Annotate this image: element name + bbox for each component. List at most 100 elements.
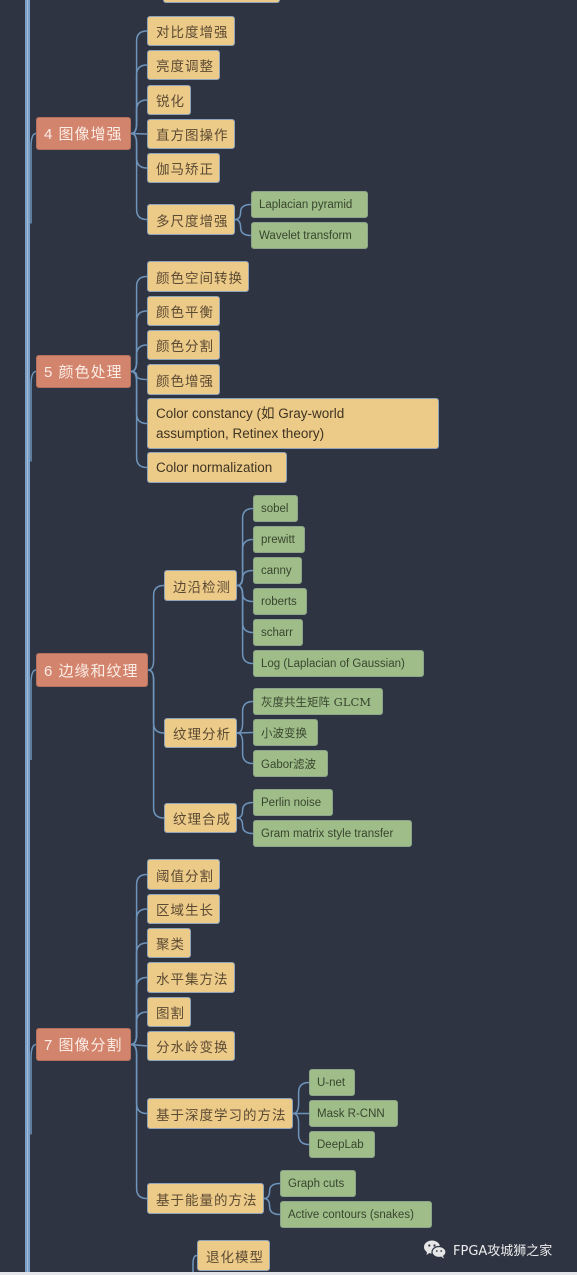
node-perlin-noise[interactable]: Perlin noise [253, 789, 333, 816]
node-color-balance[interactable]: 颜色平衡 [147, 296, 220, 326]
node-label: Wavelet transform [259, 229, 352, 242]
connector-line [236, 538, 254, 587]
node-label: U-net [317, 1076, 346, 1089]
connector-line [147, 669, 165, 819]
connector-line [263, 1197, 281, 1216]
node-color-segmentation[interactable]: 颜色分割 [147, 330, 220, 360]
section-node-image-enhancement[interactable]: 4 图像增强 [36, 117, 131, 150]
node-label: 4 图像增强 [44, 126, 123, 143]
node-deeplab[interactable]: DeepLab [309, 1131, 375, 1158]
node-label: 图割 [156, 1006, 185, 1022]
node-multiscale-enhancement[interactable]: 多尺度增强 [147, 204, 235, 235]
node-gamma-correction[interactable]: 伽马矫正 [147, 153, 220, 183]
section-node-color-processing[interactable]: 5 颜色处理 [36, 355, 131, 388]
node-label: 5 颜色处理 [44, 364, 123, 381]
section-node-image-segmentation[interactable]: 7 图像分割 [36, 1028, 131, 1061]
node-watershed-transform[interactable]: 分水岭变换 [147, 1031, 235, 1061]
node-log-laplacian-of-gaussian[interactable]: Log (Laplacian of Gaussian) [253, 650, 424, 677]
node-color-normalization[interactable]: Color normalization [147, 452, 287, 483]
connector-line [236, 700, 254, 734]
node-sharpening[interactable]: 锐化 [147, 85, 191, 115]
node-texture-analysis[interactable]: 纹理分析 [164, 718, 237, 748]
node-wavelet-transform-texture[interactable]: 小波变换 [253, 719, 318, 746]
connector-line [130, 1011, 148, 1046]
node-label: 基于能量的方法 [156, 1192, 258, 1209]
node-contrast-enhancement[interactable]: 对比度增强 [147, 16, 235, 46]
node-label: 分水岭变换 [156, 1040, 229, 1056]
node-degradation-model[interactable]: 退化模型 [197, 1240, 270, 1271]
connector-line [130, 132, 148, 169]
node-u-net[interactable]: U-net [309, 1069, 355, 1096]
connector-line [130, 30, 148, 135]
node-label: Color constancy (如 Gray-world assumption… [156, 405, 345, 441]
node-label: 基于深度学习的方法 [156, 1107, 287, 1124]
node-label: Mask R-CNN [317, 1107, 385, 1120]
node-label: 伽马矫正 [156, 162, 214, 178]
node-label: 直方图操作 [156, 128, 229, 144]
node-energy-based-methods[interactable]: 基于能量的方法 [147, 1183, 264, 1214]
connector-line [130, 370, 148, 425]
connector-line [130, 99, 148, 135]
connector-line [236, 801, 254, 819]
connector-line [234, 203, 252, 221]
node-label: Perlin noise [261, 796, 322, 809]
node-graph-cuts[interactable]: Graph cuts [280, 1170, 356, 1197]
connector-line [130, 1043, 148, 1200]
node-gram-matrix-style-transfer[interactable]: Gram matrix style transfer [253, 820, 412, 847]
node-label: Laplacian pyramid [259, 198, 353, 211]
partial-node-cut-off[interactable] [163, 0, 280, 3]
connector-line [130, 310, 148, 373]
node-edge-detection[interactable]: 边沿检测 [164, 570, 237, 601]
node-label: Gram matrix style transfer [261, 827, 394, 840]
connector-line [234, 218, 252, 237]
node-label: 锐化 [156, 94, 185, 110]
node-clustering[interactable]: 聚类 [147, 928, 191, 958]
connector-line [130, 942, 148, 1046]
connector-line [147, 669, 165, 734]
node-glcm[interactable]: 灰度共生矩阵 GLCM [253, 688, 383, 715]
connector-line [292, 1081, 310, 1115]
node-color-constancy[interactable]: Color constancy (如 Gray-world assumption… [147, 398, 439, 449]
node-texture-synthesis[interactable]: 纹理合成 [164, 803, 237, 833]
node-sobel[interactable]: sobel [253, 495, 298, 522]
node-gabor-filter[interactable]: Gabor滤波 [253, 750, 328, 777]
node-roberts[interactable]: roberts [253, 588, 307, 615]
node-label: 纹理分析 [173, 727, 231, 743]
node-graph-cut[interactable]: 图割 [147, 997, 191, 1027]
node-label: 区域生长 [156, 903, 214, 919]
node-brightness-adjustment[interactable]: 亮度调整 [147, 50, 220, 80]
node-color-enhancement[interactable]: 颜色增强 [147, 364, 220, 395]
node-label: roberts [261, 595, 297, 608]
node-canny[interactable]: canny [253, 557, 302, 584]
node-scharr[interactable]: scharr [253, 619, 303, 646]
section-node-edges-and-texture[interactable]: 6 边缘和纹理 [36, 653, 148, 687]
node-mask-r-cnn[interactable]: Mask R-CNN [309, 1100, 398, 1127]
node-histogram-operations[interactable]: 直方图操作 [147, 119, 235, 149]
node-label: scharr [261, 626, 293, 639]
node-laplacian-pyramid[interactable]: Laplacian pyramid [251, 191, 368, 218]
node-active-contours[interactable]: Active contours (snakes) [280, 1201, 432, 1228]
node-region-growing[interactable]: 区域生长 [147, 894, 220, 924]
node-label: 6 边缘和纹理 [44, 662, 139, 680]
node-label: 颜色分割 [156, 339, 214, 355]
node-threshold-segmentation[interactable]: 阈值分割 [147, 859, 220, 890]
connector-line [236, 507, 254, 587]
node-label: 水平集方法 [156, 971, 229, 988]
connector-line [236, 731, 254, 734]
connector-line [130, 344, 148, 373]
connector-line [130, 1043, 148, 1047]
node-level-set-method[interactable]: 水平集方法 [147, 962, 235, 993]
node-wavelet-transform[interactable]: Wavelet transform [251, 222, 368, 249]
node-label: Gabor滤波 [261, 758, 316, 771]
node-deep-learning-methods[interactable]: 基于深度学习的方法 [147, 1098, 293, 1129]
node-label: sobel [261, 502, 289, 515]
node-label: 多尺度增强 [156, 213, 229, 230]
connector-line [130, 132, 148, 135]
node-prewitt[interactable]: prewitt [253, 526, 305, 553]
node-label: 退化模型 [206, 1249, 264, 1266]
node-color-space-conversion[interactable]: 颜色空间转换 [147, 261, 249, 292]
connector-line [236, 569, 254, 587]
node-label: DeepLab [317, 1138, 364, 1151]
node-label: 聚类 [156, 937, 185, 953]
node-label: 阈值分割 [156, 868, 214, 885]
